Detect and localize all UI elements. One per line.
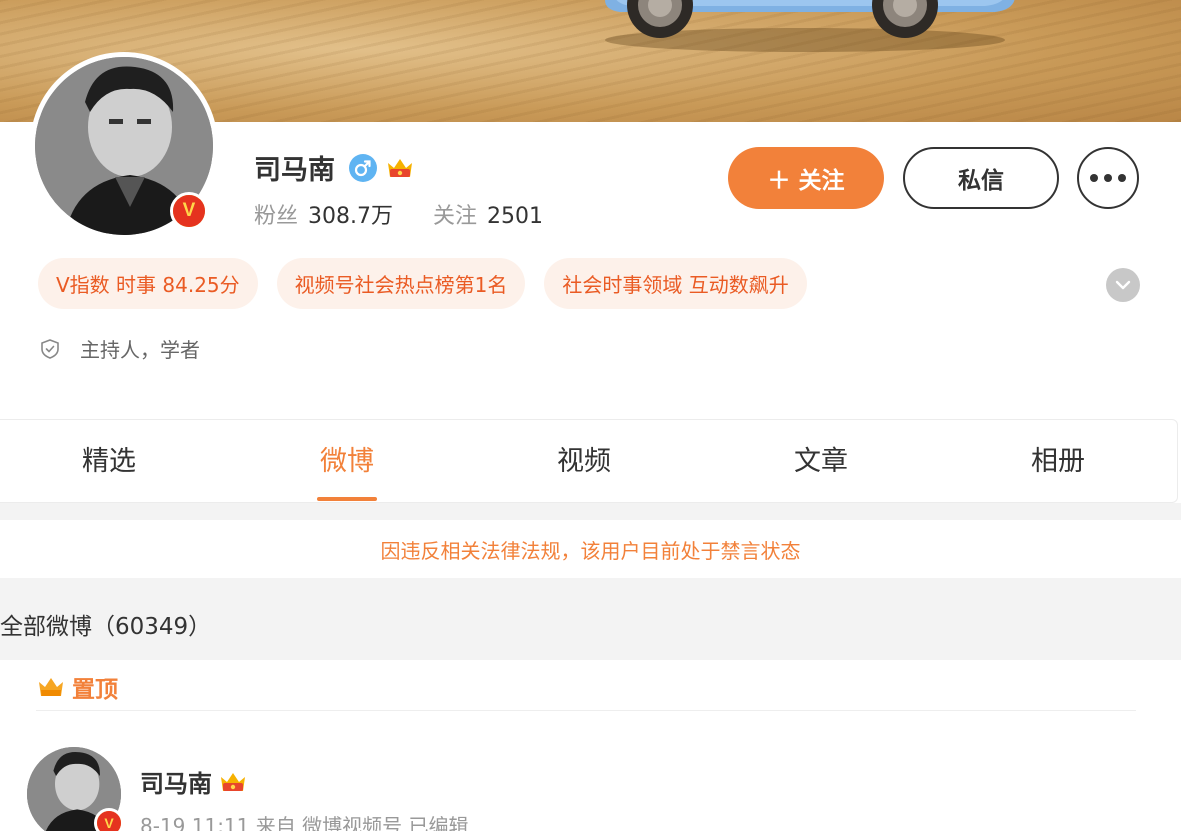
message-button-label: 私信 <box>958 168 1004 194</box>
fans-label: 粉丝 <box>254 204 299 229</box>
message-button[interactable]: 私信 <box>903 147 1059 209</box>
tag-video-rank[interactable]: 视频号社会热点榜第1名 <box>276 258 526 309</box>
plus-icon: ＋ <box>767 168 791 194</box>
pinned-label: 置顶 <box>72 677 118 703</box>
follow-button[interactable]: ＋ 关注 <box>728 147 884 209</box>
profile-name: 司马南 <box>254 155 335 186</box>
following-count[interactable]: 2501 <box>487 204 543 229</box>
profile-tags: V指数 时事 84.25分 视频号社会热点榜第1名 社会时事领域 互动数飙升 <box>38 258 807 309</box>
more-dots-icon <box>1090 174 1098 182</box>
male-gender-icon <box>349 153 377 182</box>
separator <box>0 503 1181 520</box>
ban-notice-text: 因违反相关法律法规，该用户目前处于禁言状态 <box>380 538 801 563</box>
pinned-crown-icon <box>39 678 63 696</box>
tab-weibo[interactable]: 微博 <box>272 420 422 504</box>
profile-avatar[interactable]: V <box>30 52 218 240</box>
pinned-row: 置顶 <box>36 670 118 704</box>
post-meta: 8-19 11:11 来自 微博视频号 已编辑 <box>140 814 469 831</box>
profile-page: V 司马南 粉丝 308.7万 关注 2501 ＋ 关注 私信 V指数 时事 8… <box>0 0 1181 831</box>
shield-icon <box>41 338 59 359</box>
post-author-name[interactable]: 司马南 <box>140 764 212 799</box>
following-label: 关注 <box>433 204 478 229</box>
active-tab-indicator <box>317 497 377 501</box>
expand-tags-button[interactable] <box>1106 268 1140 302</box>
fans-count[interactable]: 308.7万 <box>308 198 393 230</box>
post-card <box>0 660 1178 831</box>
profile-stats: 粉丝 308.7万 关注 2501 <box>254 198 543 230</box>
tab-album[interactable]: 相册 <box>983 420 1133 504</box>
feed-section-title[interactable]: 全部微博（60349） <box>0 607 211 641</box>
tag-interaction[interactable]: 社会时事领域 互动数飙升 <box>544 258 807 309</box>
car-illustration <box>605 0 1015 52</box>
vip-crown-icon <box>221 772 245 791</box>
description-text: 主持人，学者 <box>80 338 200 362</box>
profile-tabs: 精选 微博 视频 文章 相册 <box>0 419 1178 503</box>
vip-crown-icon <box>388 158 412 177</box>
ban-notice: 因违反相关法律法规，该用户目前处于禁言状态 <box>0 520 1181 578</box>
post-author-row: 司马南 <box>140 764 248 799</box>
follow-button-label: 关注 <box>798 168 845 194</box>
tab-video[interactable]: 视频 <box>509 420 659 504</box>
tab-articles[interactable]: 文章 <box>746 420 896 504</box>
profile-description: 主持人，学者 <box>38 334 200 363</box>
post-verified-badge: V <box>94 808 124 831</box>
divider <box>36 710 1136 711</box>
tag-v-index[interactable]: V指数 时事 84.25分 <box>38 258 258 309</box>
verified-badge: V <box>170 192 208 230</box>
more-options-button[interactable] <box>1077 147 1139 209</box>
profile-name-row: 司马南 <box>254 148 415 187</box>
tab-featured[interactable]: 精选 <box>34 420 184 504</box>
chevron-down-icon <box>1115 280 1131 290</box>
